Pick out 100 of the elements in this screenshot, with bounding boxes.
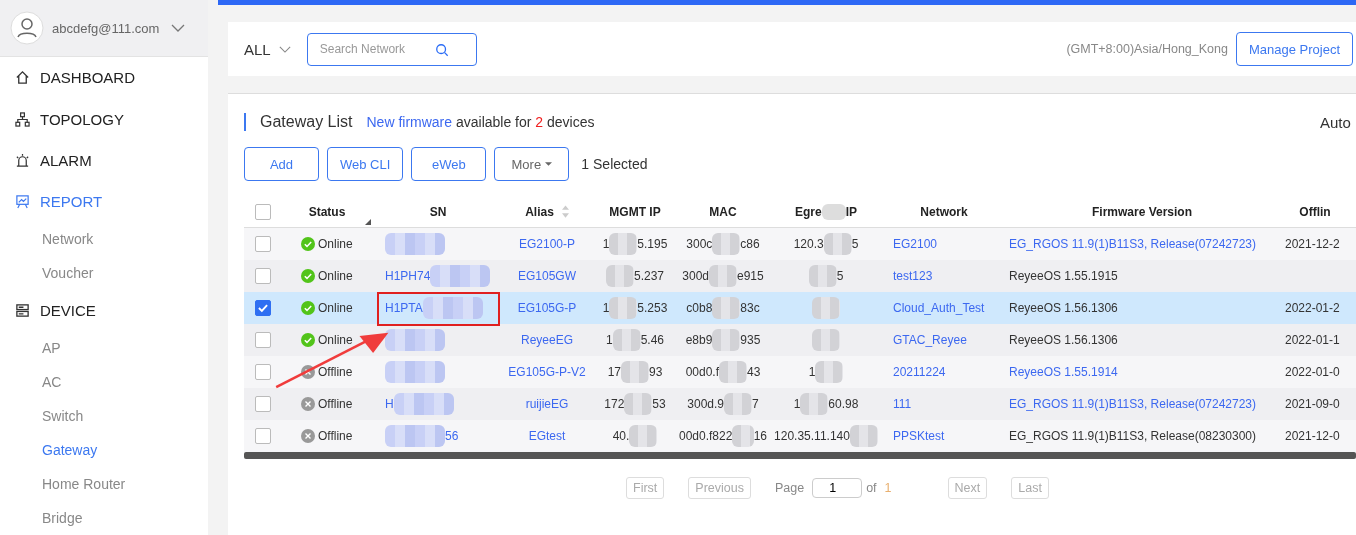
table-cell: 5 (836, 269, 844, 283)
alias-link[interactable]: EG2100-P (518, 237, 575, 251)
table-cell: 7 (752, 397, 759, 411)
table-cell: 2021-12-2 (1285, 237, 1340, 251)
user-bar[interactable]: abcdefg@111.com (0, 0, 208, 58)
table-cell: 16 (753, 429, 767, 443)
pixelated-blur (709, 265, 737, 287)
chevron-down-icon[interactable] (171, 24, 186, 33)
table-cell: 1 (602, 237, 610, 251)
column-header: MAC (709, 204, 737, 219)
column-header: Egre (795, 204, 822, 219)
row-checkbox[interactable] (254, 364, 271, 380)
table-cell: 300c (686, 237, 713, 251)
pixelated-blur (812, 297, 840, 319)
table-cell: 60.98 (828, 397, 859, 411)
search-field[interactable]: Search Network (306, 32, 477, 66)
alias-link[interactable]: EGtest (528, 429, 566, 443)
network-link[interactable]: Cloud_Auth_Test (893, 301, 985, 315)
table-cell: 83c (740, 301, 760, 315)
network-link[interactable]: PPSKtest (893, 429, 945, 443)
table-cell: 17 (607, 365, 621, 379)
pixelated-blur (621, 361, 649, 383)
nav-item[interactable]: ALARM (0, 139, 208, 181)
nav-subitem[interactable]: Bridge (0, 500, 208, 535)
alias-link[interactable]: ruijieEG (525, 397, 569, 411)
pixelated-blur (606, 265, 634, 287)
page-label: Page (774, 481, 805, 495)
scope-dropdown[interactable]: ALL (244, 40, 291, 58)
network-link[interactable]: EG2100 (893, 237, 938, 251)
table-cell: 2021-09-0 (1285, 397, 1340, 411)
pixelated-blur (609, 297, 638, 319)
row-checkbox[interactable] (254, 396, 271, 412)
table-cell: 93 (649, 365, 663, 379)
pixelated-blur (385, 425, 445, 447)
row-checkbox[interactable] (254, 428, 271, 444)
table-cell: 120.35.11.140 (774, 429, 850, 443)
row-checkbox[interactable] (254, 300, 271, 316)
nav-subitem[interactable]: AC (0, 364, 208, 399)
table-cell: 1 (605, 333, 613, 347)
network-link[interactable]: test123 (893, 269, 933, 283)
nav-subitem[interactable]: Gateway (0, 432, 208, 467)
network-link[interactable]: 20211224 (893, 365, 946, 379)
nav-item[interactable]: REPORT (0, 180, 208, 222)
serial-link[interactable]: H1PH74 (385, 269, 431, 283)
network-link[interactable]: GTAC_Reyee (893, 333, 967, 347)
nav-item[interactable]: DEVICE (0, 289, 208, 331)
more-button[interactable]: More (494, 147, 570, 181)
firmware-link[interactable]: EG_RGOS 11.9(1)B11S3, Release(07242723) (1009, 237, 1257, 251)
row-checkbox[interactable] (254, 332, 271, 348)
alias-link[interactable]: EG105GW (518, 269, 576, 283)
table-cell: ReyeeOS 1.56.1306 (1009, 301, 1118, 315)
nav-item[interactable]: DASHBOARD (0, 57, 208, 99)
action-button[interactable]: Add (244, 147, 319, 181)
row-checkbox[interactable] (254, 236, 271, 252)
serial-link[interactable]: H1PTA (385, 301, 423, 315)
column-header: Alias (525, 204, 554, 219)
pixelated-blur (712, 297, 741, 319)
sort-icon[interactable] (561, 205, 569, 218)
server-icon (15, 302, 30, 318)
scrollbar[interactable] (244, 452, 1356, 459)
alias-link[interactable]: EG105G-P (517, 301, 577, 315)
table-cell: c86 (740, 237, 760, 251)
pixelated-blur (815, 361, 844, 383)
avatar-icon (10, 11, 44, 46)
chevron-down-icon[interactable] (278, 45, 291, 53)
new-firmware-link[interactable]: New firmware (366, 114, 453, 130)
action-button[interactable]: eWeb (411, 147, 487, 181)
serial-link[interactable]: H (385, 397, 394, 411)
column-header: Offlin (1299, 204, 1331, 219)
firmware-link[interactable]: EG_RGOS 11.9(1)B11S3, Release(07242723) (1009, 397, 1257, 411)
sort-corner-icon[interactable] (365, 219, 371, 225)
page-input[interactable]: 1 (812, 478, 863, 498)
pixelated-blur (624, 393, 653, 415)
nav-subitem[interactable]: Home Router (0, 466, 208, 501)
select-all-checkbox[interactable] (254, 203, 271, 220)
nav-subitem[interactable]: AP (0, 330, 208, 365)
nav-subitem[interactable]: Voucher (0, 255, 208, 290)
row-checkbox[interactable] (254, 268, 271, 284)
serial-link[interactable]: 56 (445, 429, 459, 443)
pixelated-blur (724, 393, 752, 415)
firmware-link[interactable]: ReyeeOS 1.55.1914 (1009, 365, 1118, 379)
manage-project-button[interactable]: Manage Project (1235, 32, 1353, 66)
firmware-notice: New firmware available for 2 devices (366, 114, 595, 130)
table-cell: c0b8 (686, 301, 713, 315)
action-button[interactable]: Web CLI (327, 147, 404, 181)
network-link[interactable]: 111 (893, 397, 912, 411)
status-text: Offline (318, 397, 353, 411)
table-cell: 5.195 (637, 237, 668, 251)
pixelated-blur (712, 233, 741, 255)
table-cell: e8b9 (685, 333, 713, 347)
alias-link[interactable]: EG105G-P-V2 (508, 365, 586, 379)
column-header: Network (920, 204, 968, 219)
nav-subitem[interactable]: Switch (0, 398, 208, 433)
table-cell: 43 (747, 365, 761, 379)
nav-subitem[interactable]: Network (0, 221, 208, 256)
nav-item[interactable]: TOPOLOGY (0, 98, 208, 140)
alias-link[interactable]: ReyeeEG (521, 333, 573, 347)
topology-icon (15, 111, 30, 127)
table-cell: 5 (851, 237, 859, 251)
status-text: Online (318, 333, 353, 347)
